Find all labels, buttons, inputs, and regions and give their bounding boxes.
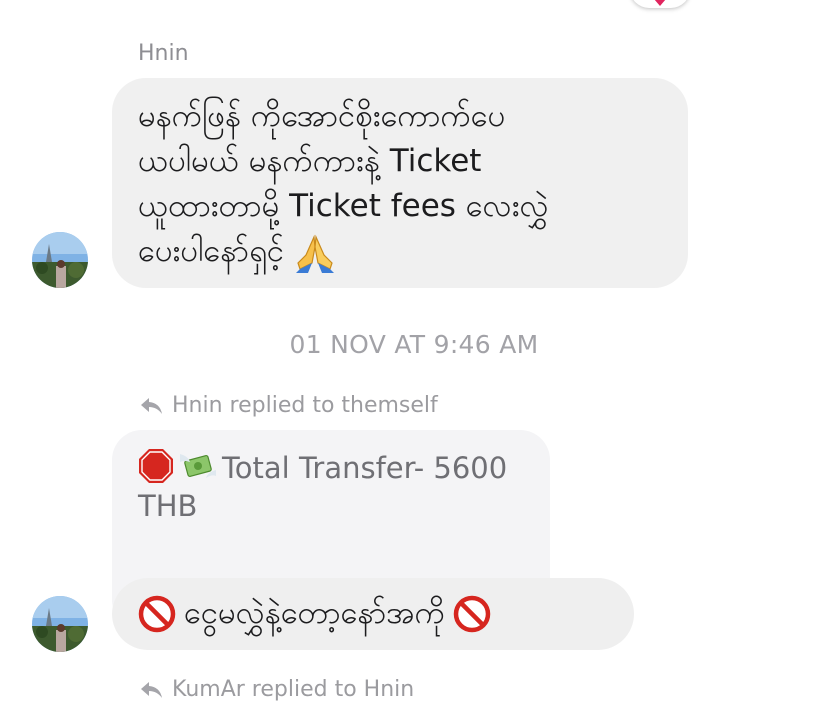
reply-indicator: Hnin replied to themself — [140, 393, 438, 418]
reply-label-text: KumAr replied to Hnin — [172, 677, 415, 702]
heart-icon — [654, 0, 666, 6]
message-body: မနက်ဖြန် ကိုအောင်စိုးကောက်ပေ ယပါမယ် မနက်… — [138, 98, 549, 269]
avatar-image — [32, 596, 88, 652]
stop-sign-icon — [139, 449, 173, 483]
prohibited-icon — [138, 595, 176, 632]
message-body: ငွေမလွှဲနဲ့တော့နော်အကို — [184, 595, 446, 631]
reply-indicator: KumAr replied to Hnin — [140, 677, 414, 702]
reply-arrow-icon — [141, 397, 162, 414]
avatar[interactable] — [32, 232, 88, 288]
reply-arrow-icon — [141, 681, 162, 698]
message-text: ငွေမလွှဲနဲ့တော့နော်အကို — [138, 591, 491, 636]
message-bubble[interactable]: ငွေမလွှဲနဲ့တော့နော်အကို — [112, 578, 634, 650]
timestamp: 01 NOV AT 9:46 AM — [289, 330, 539, 359]
sender-name: Hnin — [138, 41, 189, 66]
message-bubble[interactable]: မနက်ဖြန် ကိုအောင်စိုးကောက်ပေ ယပါမယ် မနက်… — [112, 78, 688, 288]
folded-hands-icon — [295, 234, 334, 273]
prohibited-icon — [453, 595, 491, 632]
chat-thread: Hnin မနက်ဖြန် ကိုအောင်စိုးကောက်ပေ ယပါမယ်… — [0, 0, 828, 705]
avatar[interactable] — [32, 596, 88, 652]
quoted-text: Total Transfer- 5600 THB — [138, 448, 538, 525]
reply-label-text: Hnin replied to themself — [172, 393, 438, 418]
money-with-wings-icon — [180, 454, 216, 478]
message-text: မနက်ဖြန် ကိုအောင်စိုးကောက်ပေ ယပါမယ် မနက်… — [138, 94, 678, 274]
avatar-image — [32, 232, 88, 288]
